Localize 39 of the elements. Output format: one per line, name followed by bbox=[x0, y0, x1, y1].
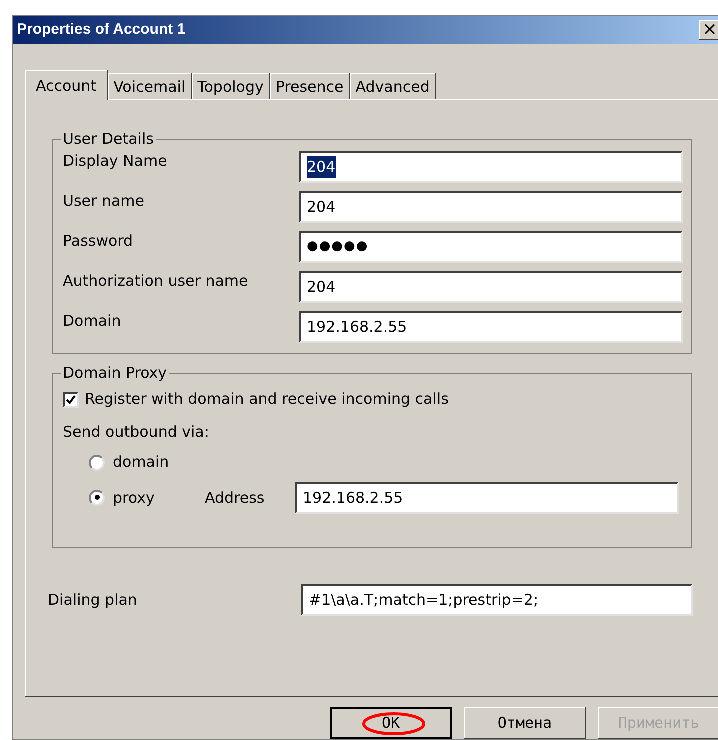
input-field[interactable]: 192.168.2.55 bbox=[295, 482, 679, 514]
input-field[interactable]: 192.168.2.55 bbox=[299, 310, 683, 343]
checkmark-icon bbox=[66, 394, 76, 405]
tab[interactable]: Advanced bbox=[350, 73, 436, 100]
tab[interactable]: Voicemail bbox=[108, 73, 192, 100]
field-value: 192.168.2.55 bbox=[307, 316, 408, 338]
input-field[interactable]: ●●●●● bbox=[299, 230, 683, 263]
window-title: Properties of Account 1 bbox=[16, 20, 186, 40]
field-label: User name bbox=[63, 190, 146, 211]
field-value: ●●●●● bbox=[307, 238, 369, 256]
group-title: Domain Proxy bbox=[62, 362, 168, 384]
field-label: Domain bbox=[63, 310, 122, 331]
field-label: Dialing plan bbox=[48, 590, 138, 611]
dialog-button[interactable]: OK bbox=[330, 707, 452, 739]
input-field[interactable]: 204 bbox=[299, 190, 683, 223]
checkbox[interactable] bbox=[63, 392, 79, 408]
dialog-button[interactable]: Отмена bbox=[464, 707, 586, 739]
field-value: 204 bbox=[307, 156, 336, 178]
field-label: Address bbox=[205, 488, 266, 509]
group-title: User Details bbox=[62, 129, 155, 150]
section-label: Send outbound via: bbox=[63, 422, 210, 443]
radio-label: proxy bbox=[113, 488, 156, 509]
input-field[interactable]: 204 bbox=[299, 270, 683, 303]
field-label: Display Name bbox=[63, 150, 168, 171]
tab[interactable]: Presence bbox=[270, 73, 350, 100]
checkbox-label: Register with domain and receive incoming calls bbox=[85, 389, 449, 410]
close-button[interactable]: × bbox=[699, 20, 718, 40]
field-label: Password bbox=[63, 230, 134, 251]
input-field[interactable]: 204 bbox=[299, 150, 683, 183]
radio-button[interactable] bbox=[89, 454, 105, 471]
field-value: 204 bbox=[307, 196, 336, 218]
field-label: Authorization user name bbox=[63, 270, 250, 291]
radio-button[interactable] bbox=[89, 490, 105, 506]
radio-label: domain bbox=[113, 452, 170, 474]
tab[interactable]: Account bbox=[25, 70, 108, 100]
tab[interactable]: Topology bbox=[192, 73, 270, 100]
field-value: 204 bbox=[307, 276, 336, 298]
input-field[interactable]: #1\a\a.T;match=1;prestrip=2; bbox=[301, 584, 693, 616]
annotation-oval bbox=[362, 712, 426, 736]
